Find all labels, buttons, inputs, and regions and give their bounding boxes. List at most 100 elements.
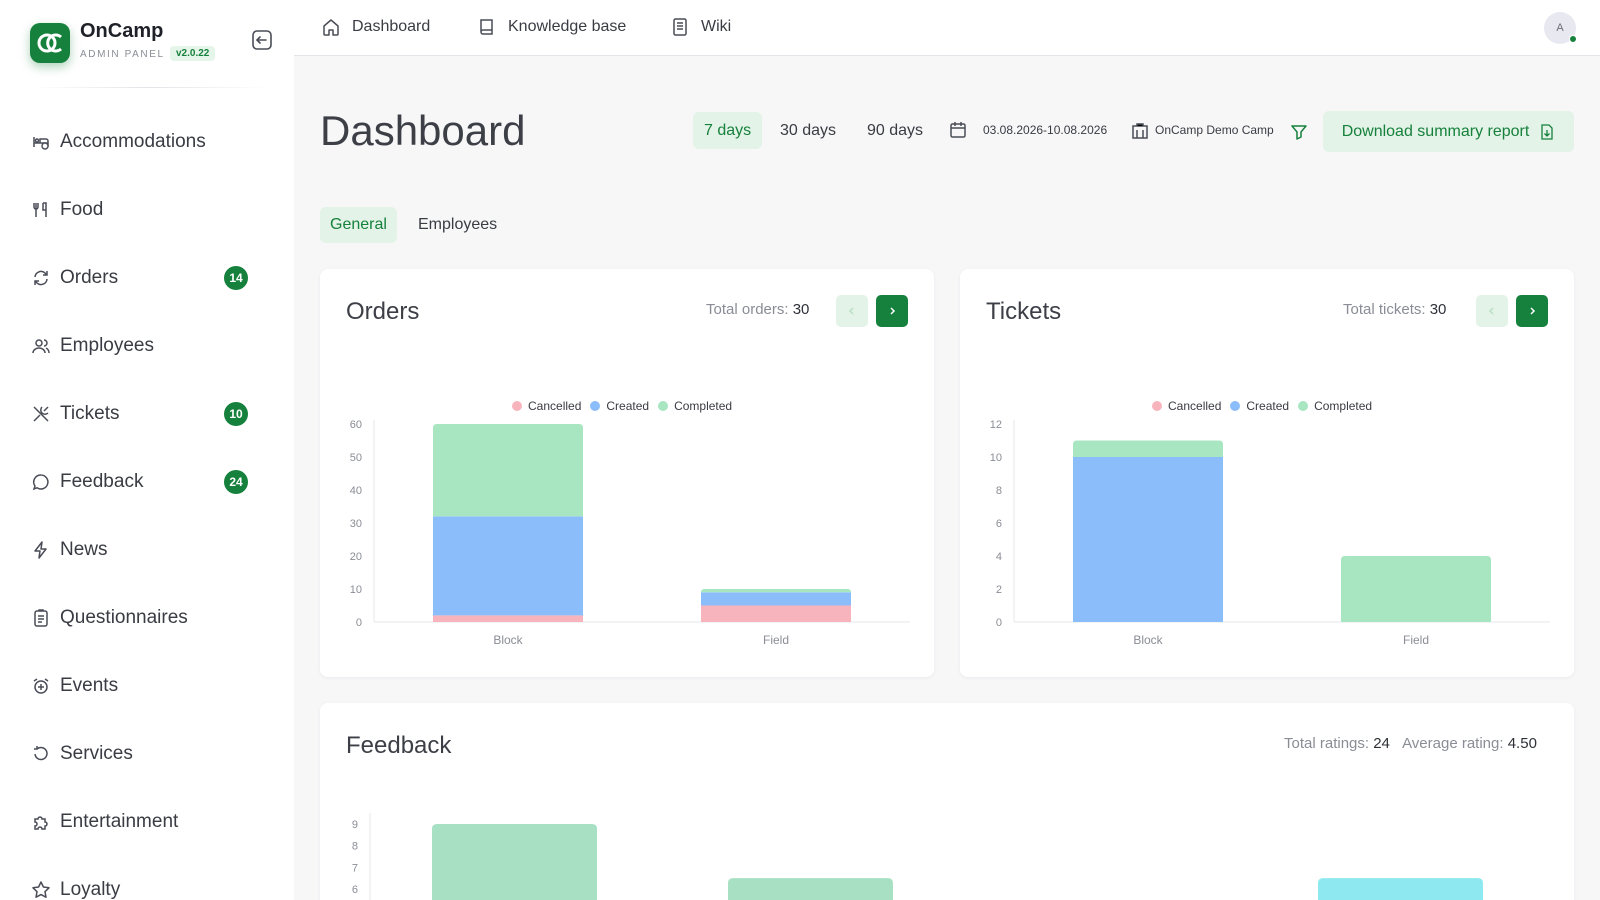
brand-divider xyxy=(30,87,270,88)
sidebar-item-services[interactable]: Services xyxy=(0,720,294,788)
sidebar-item-employees[interactable]: Employees xyxy=(0,312,294,380)
tickets-y-tick-label: 2 xyxy=(996,584,1002,596)
calendar-icon[interactable] xyxy=(948,120,970,142)
sidebar-item-orders[interactable]: Orders 14 xyxy=(0,244,294,312)
tab-general[interactable]: General xyxy=(320,207,397,243)
rotate-icon xyxy=(30,743,52,765)
brand-subtitle: ADMIN PANEL xyxy=(80,49,165,60)
orders-chart: 0 10 20 30 40 50 60 Block Field xyxy=(350,419,910,647)
sidebar-item-label: Orders xyxy=(60,267,119,288)
star-icon xyxy=(30,879,52,900)
sidebar-item-news[interactable]: News xyxy=(0,516,294,584)
tickets-bar-block-completed xyxy=(1073,440,1223,457)
sidebar-item-events[interactable]: Events xyxy=(0,652,294,720)
orders-card: Orders Total orders: 30 Cancelled Create… xyxy=(320,269,934,677)
top-bar: Dashboard Knowledge base Wiki A xyxy=(294,0,1600,56)
orders-y-tick-label: 20 xyxy=(350,551,362,563)
topnav-label: Dashboard xyxy=(352,18,431,35)
file-download-icon xyxy=(1539,123,1555,140)
puzzle-icon xyxy=(30,811,52,833)
sidebar-item-label: Tickets xyxy=(60,403,120,424)
lightning-icon xyxy=(30,539,52,561)
topnav-wiki[interactable]: Wiki xyxy=(669,16,731,38)
feedback-bar xyxy=(1318,878,1483,900)
range-30-days-button[interactable]: 30 days xyxy=(769,112,847,149)
orders-count-badge: 14 xyxy=(224,266,248,290)
orders-bar-field-created xyxy=(701,592,851,606)
sidebar-item-label: Services xyxy=(60,743,133,764)
sidebar-item-label: Entertainment xyxy=(60,811,179,832)
range-90-days-button[interactable]: 90 days xyxy=(856,112,934,149)
sidebar-item-label: Loyalty xyxy=(60,879,121,900)
orders-bar-block-created xyxy=(433,516,583,616)
camp-selector[interactable]: OnCamp Demo Camp xyxy=(1155,123,1274,137)
range-7-days-button[interactable]: 7 days xyxy=(693,112,763,149)
sidebar-item-questionnaires[interactable]: Questionnaires xyxy=(0,584,294,652)
chat-bubble-icon xyxy=(30,471,52,493)
sidebar-item-loyalty[interactable]: Loyalty xyxy=(0,856,294,900)
topnav-dashboard[interactable]: Dashboard xyxy=(320,16,430,38)
feedback-y-tick-label: 6 xyxy=(352,884,358,896)
sidebar-item-label: Questionnaires xyxy=(60,607,188,628)
sidebar-item-feedback[interactable]: Feedback 24 xyxy=(0,448,294,516)
feedback-chart: 6 7 8 9 xyxy=(352,813,1483,900)
sidebar-item-food[interactable]: Food xyxy=(0,176,294,244)
feedback-count-badge: 24 xyxy=(224,470,248,494)
sidebar-item-accommodations[interactable]: Accommodations xyxy=(0,108,294,176)
alarm-plus-icon xyxy=(30,675,52,697)
home-icon xyxy=(320,16,342,38)
orders-y-tick-label: 60 xyxy=(350,419,362,431)
sidebar-item-entertainment[interactable]: Entertainment xyxy=(0,788,294,856)
tickets-x-tick-label: Block xyxy=(1133,633,1163,647)
orders-bar-block-completed xyxy=(433,424,583,517)
download-summary-report-button[interactable]: Download summary report xyxy=(1323,111,1574,152)
orders-x-tick-label: Block xyxy=(493,633,523,647)
sidebar-item-tickets[interactable]: Tickets 10 xyxy=(0,380,294,448)
tickets-count-badge: 10 xyxy=(224,402,248,426)
collapse-icon xyxy=(252,30,272,50)
feedback-y-tick-label: 8 xyxy=(352,841,358,853)
orders-bar-field-cancelled xyxy=(701,605,851,622)
topnav-knowledge-base[interactable]: Knowledge base xyxy=(476,16,626,38)
clipboard-icon xyxy=(30,607,52,629)
orders-y-tick-label: 0 xyxy=(356,617,362,629)
tickets-bar-field-completed xyxy=(1341,556,1491,622)
avatar[interactable]: A xyxy=(1544,12,1577,44)
feedback-card: Feedback Total ratings: 24 Average ratin… xyxy=(320,703,1574,900)
logo xyxy=(30,23,70,63)
sidebar-item-label: Events xyxy=(60,675,119,696)
book-icon xyxy=(476,16,498,38)
tickets-chart: 0 2 4 6 8 10 12 Block Field xyxy=(990,419,1550,647)
oncamp-logo-icon xyxy=(37,33,62,53)
tab-employees[interactable]: Employees xyxy=(408,207,507,243)
tickets-y-tick-label: 6 xyxy=(996,518,1002,530)
building-icon xyxy=(1130,121,1150,141)
tickets-y-tick-label: 4 xyxy=(996,551,1002,563)
orders-x-tick-label: Field xyxy=(763,633,789,647)
orders-y-tick-label: 50 xyxy=(350,452,362,464)
sidebar-nav: Accommodations Food Orders 14 Employees xyxy=(0,108,294,900)
date-range-picker[interactable]: 03.08.2026-10.08.2026 xyxy=(983,123,1107,137)
avatar-initial: A xyxy=(1556,22,1564,34)
filter-icon[interactable] xyxy=(1289,122,1309,142)
refresh-icon xyxy=(30,267,52,289)
users-icon xyxy=(30,335,52,357)
tickets-y-tick-label: 12 xyxy=(990,419,1002,431)
sidebar-item-label: News xyxy=(60,539,108,560)
download-button-label: Download summary report xyxy=(1341,122,1530,140)
utensils-icon xyxy=(30,199,52,221)
version-badge: v2.0.22 xyxy=(170,46,216,61)
online-status-dot xyxy=(1569,35,1577,43)
sidebar-item-label: Accommodations xyxy=(60,131,206,152)
tools-icon xyxy=(30,403,52,425)
collapse-sidebar-button[interactable] xyxy=(250,28,276,54)
orders-bar-block-cancelled xyxy=(433,615,583,622)
tickets-y-tick-label: 10 xyxy=(990,452,1002,464)
brand: OnCamp ADMIN PANEL v2.0.22 xyxy=(28,20,274,90)
brand-name: OnCamp xyxy=(80,20,164,42)
tickets-y-tick-label: 0 xyxy=(996,617,1002,629)
feedback-y-tick-label: 9 xyxy=(352,819,358,831)
sidebar-item-label: Employees xyxy=(60,335,154,356)
sidebar-item-label: Food xyxy=(60,199,104,220)
tickets-card: Tickets Total tickets: 30 Cancelled Crea… xyxy=(960,269,1574,677)
